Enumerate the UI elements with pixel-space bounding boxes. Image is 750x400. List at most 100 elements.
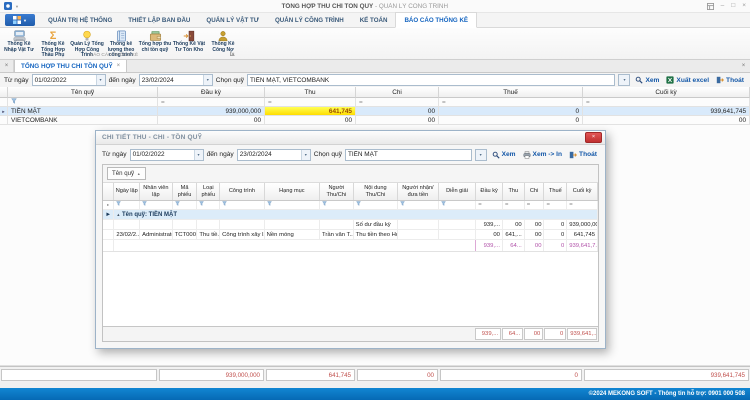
- dialog-header-row: Ngày lập Nhân viên lập Mã phiếu Loại phi…: [103, 183, 598, 201]
- dcol-loai-phieu[interactable]: Loại phiếu: [197, 183, 220, 201]
- dialog-filter-bar: Từ ngày 01/02/2022 ▼ đến ngày 23/02/2024…: [96, 145, 605, 164]
- dialog-row-opening-balance[interactable]: Số dư đầu kỳ 939,... 00 00 0 939,000,000: [103, 220, 598, 230]
- col-header-thue[interactable]: Thuế: [439, 87, 583, 98]
- grid-row-vietcombank[interactable]: VIETCOMBANK 00 00 00 0 00: [0, 116, 750, 125]
- export-excel-button[interactable]: Xuất excel: [664, 76, 711, 84]
- ribbon-tab-thiet-lap-ban-dau[interactable]: THIẾT LẬP BAN ĐẦU: [120, 13, 198, 27]
- dcol-chi[interactable]: Chi: [524, 183, 544, 201]
- col-header-dau-ky[interactable]: Đầu kỳ: [158, 87, 265, 98]
- ribbon-tab-quan-ly-cong-trinh[interactable]: QUẢN LÝ CÔNG TRÌNH: [267, 13, 352, 27]
- dialog-close-button[interactable]: ×: [585, 132, 602, 143]
- dcol-noi-dung-thu-chi[interactable]: Nội dung Thu/Chi: [353, 183, 398, 201]
- group-total-chi: 00: [524, 240, 544, 252]
- view-button[interactable]: Xem: [633, 76, 661, 84]
- group-total-dau-ky: 939,...: [476, 240, 503, 252]
- dcol-ngay-lap[interactable]: Ngày lập: [114, 183, 140, 201]
- col-header-chi[interactable]: Chi: [356, 87, 439, 98]
- filter-funnel-icon: [322, 201, 327, 208]
- group-chip-ten-quy[interactable]: Tên quỹ ▲: [107, 167, 146, 180]
- dialog-group-total-row: 939,... 64... 00 0 939,641,7...: [103, 240, 598, 252]
- collapse-group-icon[interactable]: ▲: [116, 212, 120, 217]
- ribbon-tab-quan-tri-he-thong[interactable]: QUẢN TRỊ HỆ THỐNG: [40, 13, 120, 27]
- filter-cell-ten-quy[interactable]: [8, 98, 158, 107]
- dialog-group-row[interactable]: ► ▲ Tên quỹ: TIỀN MẶT: [103, 210, 598, 220]
- ribbon-tab-strip: ▼ QUẢN TRỊ HỆ THỐNG THIẾT LẬP BAN ĐẦU QU…: [0, 13, 750, 28]
- filter-cell-dau-ky[interactable]: =: [158, 98, 265, 107]
- dialog-to-date-label: đến ngày: [207, 151, 234, 158]
- dcol-nguoi-thu-chi[interactable]: Người Thu/Chi: [320, 183, 354, 201]
- col-header-thu[interactable]: Thu: [265, 87, 356, 98]
- dialog-grid-empty-area: [103, 252, 598, 326]
- dcol-nhan-vien-lap[interactable]: Nhân viên lập: [140, 183, 173, 201]
- filter-funnel-icon: [400, 201, 405, 208]
- chevron-down-icon[interactable]: ▼: [301, 150, 310, 160]
- dialog-fund-select-input[interactable]: TIỀN MẶT: [345, 149, 472, 161]
- filter-cell-thue[interactable]: =: [439, 98, 583, 107]
- dialog-detail-grid: Tên quỹ ▲ Ngày lập Nhân viên lập Mã phiế…: [102, 164, 599, 342]
- exit-button[interactable]: Thoát: [714, 76, 746, 84]
- footer-total-thue: 0: [440, 369, 582, 381]
- from-date-input[interactable]: 01/02/2022 ▼: [32, 74, 106, 86]
- fund-select-chevron-down-icon[interactable]: ▼: [618, 74, 630, 86]
- tabstrip-close-icon[interactable]: ×: [737, 60, 750, 72]
- status-text: ©2024 MEKONG SOFT - Thông tin hỗ trợ: 09…: [589, 391, 745, 397]
- tab-tong-hop-thu-chi-ton-quy[interactable]: TỔNG HỢP THU CHI TỒN QUỸ ×: [14, 60, 127, 72]
- group-total-thu: 64...: [502, 240, 524, 252]
- chevron-down-icon[interactable]: ▼: [194, 150, 203, 160]
- ribbon-tab-bao-cao-thong-ke[interactable]: BÁO CÁO THỐNG KÊ: [395, 12, 477, 28]
- filter-cell-cuoi-ky[interactable]: =: [583, 98, 750, 107]
- dialog-exit-button[interactable]: Thoát: [567, 151, 599, 159]
- filter-bar: Từ ngày 01/02/2022 ▼ đến ngày 23/02/2024…: [0, 73, 750, 87]
- app-menu-button[interactable]: ▼: [5, 14, 35, 26]
- grid-row-tien-mat[interactable]: ► TIỀN MẶT 939,000,000 641,745 00 0 939,…: [0, 107, 750, 116]
- dcol-nguoi-nhan-dua-tien[interactable]: Người nhận/đưa tiền: [398, 183, 439, 201]
- dcol-hang-muc[interactable]: Hạng mục: [264, 183, 319, 201]
- filter-cell-thu[interactable]: =: [265, 98, 356, 107]
- tab-list-close-icon[interactable]: ×: [0, 60, 14, 72]
- dcol-ma-phieu[interactable]: Mã phiếu: [172, 183, 197, 201]
- ribbon-tab-quan-ly-vat-tu[interactable]: QUẢN LÝ VẬT TƯ: [198, 13, 267, 27]
- dialog-view-button[interactable]: Xem: [490, 151, 518, 159]
- detail-dialog: CHI TIẾT THU - CHI - TỒN QUỸ × Từ ngày 0…: [95, 130, 606, 349]
- grid-filter-row: = = = = =: [0, 98, 750, 107]
- minimize-button[interactable]: –: [721, 3, 725, 10]
- dialog-footer-totals: 939,... 64... 00 0 939,641,...: [103, 326, 598, 341]
- to-date-label: đến ngày: [109, 77, 136, 84]
- theme-icon[interactable]: [707, 3, 714, 10]
- dcol-dau-ky[interactable]: Đầu kỳ: [476, 183, 503, 201]
- dialog-row-receipt[interactable]: 23/02/2... Administrator TCT000... Thu t…: [103, 230, 598, 240]
- dcol-cuoi-ky[interactable]: Cuối kỳ: [567, 183, 598, 201]
- tab-close-icon[interactable]: ×: [117, 63, 121, 69]
- filter-funnel-icon: [11, 98, 17, 106]
- ribbon-tab-ke-toan[interactable]: KẾ TOÁN: [352, 13, 396, 27]
- filter-funnel-icon: [116, 201, 121, 208]
- dialog-fund-chevron-down-icon[interactable]: ▼: [475, 149, 487, 161]
- dcol-thu[interactable]: Thu: [502, 183, 524, 201]
- footer-total-thu: 641,745: [266, 369, 355, 381]
- titlebar: ▼ TỔNG HỢP THU CHI TỒN QUỸ - QUẢN LÝ CÔN…: [0, 0, 750, 13]
- to-date-input[interactable]: 23/02/2024 ▼: [139, 74, 213, 86]
- titlebar-menu-caret-icon[interactable]: ▼: [15, 4, 19, 9]
- close-button[interactable]: ×: [742, 3, 746, 10]
- dialog-from-date-input[interactable]: 01/02/2022 ▼: [130, 149, 204, 161]
- dcol-cong-trinh[interactable]: Công trình: [220, 183, 265, 201]
- fund-select-input[interactable]: TIỀN MẶT, VIETCOMBANK: [247, 74, 616, 86]
- maximize-button[interactable]: □: [731, 3, 735, 10]
- chevron-down-icon[interactable]: ▼: [203, 75, 212, 85]
- status-bar: ©2024 MEKONG SOFT - Thông tin hỗ trợ: 09…: [0, 388, 750, 400]
- dialog-title: CHI TIẾT THU - CHI - TỒN QUỸ: [102, 134, 585, 141]
- filter-cell-chi[interactable]: =: [356, 98, 439, 107]
- col-header-ten-quy[interactable]: Tên quỹ: [8, 87, 158, 98]
- fund-select-label: Chọn quỹ: [216, 77, 244, 84]
- dcol-thue[interactable]: Thuế: [544, 183, 567, 201]
- chevron-down-icon[interactable]: ▼: [96, 75, 105, 85]
- filter-funnel-icon: [441, 201, 446, 208]
- dialog-view-print-button[interactable]: Xem -> In: [521, 151, 565, 159]
- exit-icon: [569, 151, 577, 159]
- dcol-dien-giai[interactable]: Diễn giải: [438, 183, 476, 201]
- dialog-to-date-input[interactable]: 23/02/2024 ▼: [237, 149, 311, 161]
- col-header-cuoi-ky[interactable]: Cuối kỳ: [583, 87, 750, 98]
- group-dialog-launcher-icon[interactable]: [230, 51, 235, 58]
- exit-icon: [716, 76, 724, 84]
- footer-total-cuoi-ky: 939,641,745: [584, 369, 749, 381]
